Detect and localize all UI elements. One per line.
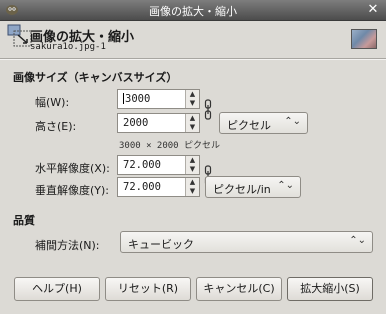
title-bar[interactable]: 画像の拡大・縮小 ✕ <box>0 0 386 21</box>
size-unit-value: ピクセル <box>227 119 271 132</box>
chain-link-icon[interactable] <box>204 99 212 121</box>
x-resolution-input[interactable]: 72.000 ▲ ▼ <box>117 155 200 175</box>
dimensions-info: 3000 × 2000 ピクセル <box>119 141 221 151</box>
dropdown-arrow-icon: ⌃⌄ <box>349 235 366 246</box>
width-spinner[interactable]: ▲ ▼ <box>185 90 199 108</box>
image-size-heading: 画像サイズ（キャンバスサイズ） <box>13 71 178 84</box>
width-label: 幅(W): <box>35 96 70 109</box>
cancel-button[interactable]: キャンセル(C) <box>196 277 282 301</box>
y-resolution-spinner[interactable]: ▲ ▼ <box>185 178 199 196</box>
resolution-unit-value: ピクセル/in <box>213 183 271 196</box>
quality-heading: 品質 <box>13 214 35 227</box>
x-resolution-spinner[interactable]: ▲ ▼ <box>185 156 199 174</box>
height-spinner[interactable]: ▲ ▼ <box>185 114 199 132</box>
header-separator <box>0 58 386 60</box>
width-value: 3000 <box>123 93 151 105</box>
y-resolution-label: 垂直解像度(Y): <box>35 184 110 197</box>
dropdown-arrow-icon: ⌃⌄ <box>284 116 301 127</box>
image-thumbnail <box>351 29 377 49</box>
y-resolution-input[interactable]: 72.000 ▲ ▼ <box>117 177 200 197</box>
window-title: 画像の拡大・縮小 <box>149 5 237 18</box>
x-resolution-label: 水平解像度(X): <box>35 162 110 175</box>
reset-button[interactable]: リセット(R) <box>105 277 191 301</box>
resolution-unit-dropdown[interactable]: ピクセル/in ⌃⌄ <box>205 176 301 198</box>
height-value: 2000 <box>123 117 149 129</box>
dropdown-arrow-icon: ⌃⌄ <box>277 180 294 191</box>
interpolation-value: キュービック <box>128 238 194 251</box>
image-filename: sakura1o.jpg-1 <box>30 42 106 52</box>
increment-icon[interactable]: ▲ <box>186 156 199 165</box>
interpolation-dropdown[interactable]: キュービック ⌃⌄ <box>120 231 373 253</box>
x-resolution-value: 72.000 <box>123 159 161 171</box>
increment-icon[interactable]: ▲ <box>186 114 199 123</box>
increment-icon[interactable]: ▲ <box>186 178 199 187</box>
decrement-icon[interactable]: ▼ <box>186 123 199 132</box>
decrement-icon[interactable]: ▼ <box>186 187 199 196</box>
y-resolution-value: 72.000 <box>123 181 161 193</box>
close-icon[interactable]: ✕ <box>365 2 381 17</box>
increment-icon[interactable]: ▲ <box>186 90 199 99</box>
decrement-icon[interactable]: ▼ <box>186 165 199 174</box>
width-input[interactable]: 3000 ▲ ▼ <box>117 89 200 109</box>
height-input[interactable]: 2000 ▲ ▼ <box>117 113 200 133</box>
help-button[interactable]: ヘルプ(H) <box>14 277 100 301</box>
decrement-icon[interactable]: ▼ <box>186 99 199 108</box>
height-label: 高さ(E): <box>35 120 77 133</box>
scale-button[interactable]: 拡大縮小(S) <box>287 277 373 301</box>
size-unit-dropdown[interactable]: ピクセル ⌃⌄ <box>219 112 308 134</box>
interpolation-label: 補間方法(N): <box>35 239 100 252</box>
